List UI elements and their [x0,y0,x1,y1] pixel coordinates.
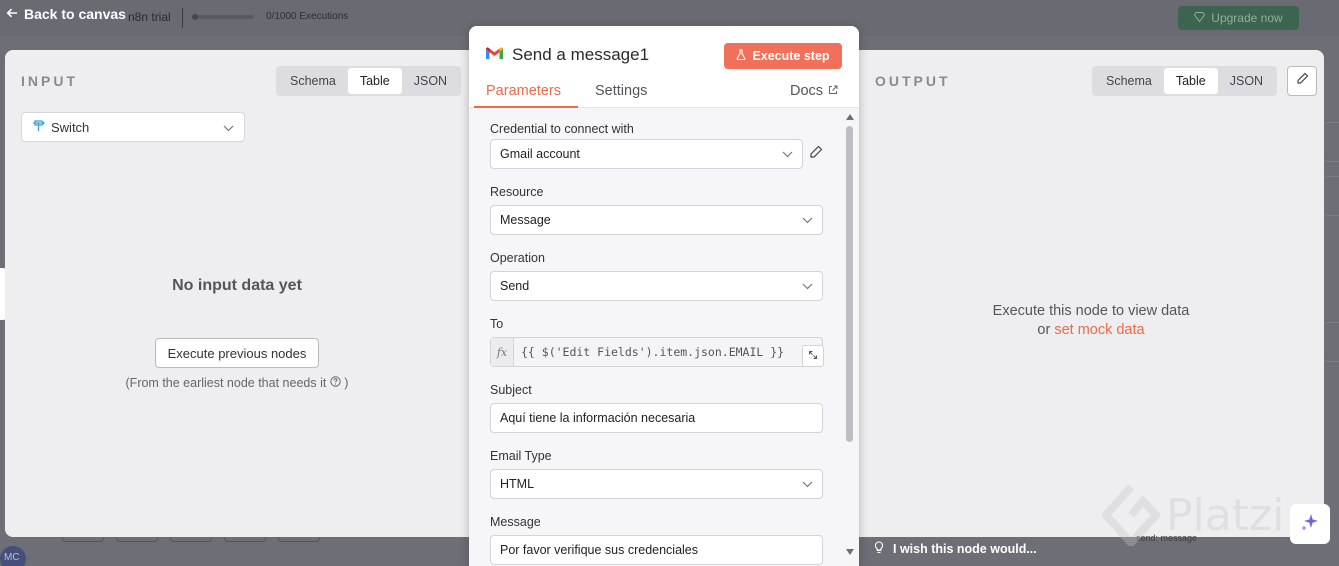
executions-count: 0/1000 Executions [266,11,349,22]
fx-icon: fx [491,338,514,366]
platzi-watermark: Platzi [1102,484,1284,546]
chevron-down-icon [223,120,234,135]
resource-value: Message [500,213,551,227]
feedback-link[interactable]: I wish this node would... [874,541,1037,557]
input-node-select[interactable]: Switch [21,112,245,142]
chevron-down-icon [802,213,813,227]
lightbulb-icon [874,541,884,557]
email-type-select[interactable]: HTML [490,469,823,499]
chevron-down-icon [802,279,813,293]
input-view-switcher: Schema Table JSON [276,66,462,96]
executions-progress-bar [192,14,254,20]
resource-label: Resource [490,185,544,199]
input-view-tab-json[interactable]: JSON [402,68,459,94]
upgrade-label: Upgrade now [1211,11,1283,25]
operation-label: Operation [490,251,545,265]
edit-credential-icon[interactable] [809,145,823,164]
earliest-node-note-end: ) [344,376,349,390]
switch-node-icon [32,119,45,135]
execute-step-button[interactable]: Execute step [724,43,842,69]
credential-select[interactable]: Gmail account [490,139,803,169]
arrow-left-icon [6,6,18,22]
email-type-label: Email Type [490,449,552,463]
to-expression-value: {{ $('Edit Fields').item.json.EMAIL }} [521,345,785,359]
help-icon[interactable] [330,376,344,390]
operation-select[interactable]: Send [490,271,823,301]
trial-label: n8n trial [128,10,171,24]
chevron-down-icon [782,147,793,161]
to-label: To [490,317,504,331]
input-view-tab-schema[interactable]: Schema [278,68,348,94]
expand-expression-button[interactable] [802,345,824,367]
subject-value: Aquí tiene la información necesaria [500,411,696,425]
docs-link[interactable]: Docs [790,83,838,99]
feedback-label: I wish this node would... [893,542,1037,556]
scroll-up-arrow[interactable] [846,114,854,120]
credential-value: Gmail account [500,147,580,161]
execute-step-label: Execute step [752,49,830,63]
tab-parameters[interactable]: Parameters [486,83,561,99]
external-link-icon [828,83,838,99]
canvas-node-edge [1322,176,1339,216]
to-expression-field[interactable]: fx {{ $('Edit Fields').item.json.EMAIL }… [490,337,824,367]
message-value: Por favor verifique sus credenciales [500,543,699,557]
tab-settings[interactable]: Settings [595,83,647,99]
operation-value: Send [500,279,530,293]
output-view-tab-table[interactable]: Table [1163,68,1218,94]
resource-select[interactable]: Message [490,205,823,235]
scrollbar-thumb[interactable] [846,126,853,442]
input-node-select-value: Switch [51,119,90,135]
flask-icon [736,49,746,63]
input-panel: INPUT Schema Table JSON Switch No input … [5,50,472,537]
avatar[interactable]: MC [0,546,26,566]
scroll-down-arrow[interactable] [846,549,854,555]
upgrade-button[interactable]: Upgrade now [1178,6,1299,30]
output-or-text: or [1037,322,1051,338]
expand-icon [808,347,818,365]
output-view-tab-schema[interactable]: Schema [1094,68,1164,94]
earliest-node-note: (From the earliest node that needs it ) [5,376,469,390]
input-panel-title: INPUT [21,73,78,89]
email-type-value: HTML [500,477,535,491]
execute-previous-nodes-button[interactable]: Execute previous nodes [155,338,319,368]
dialog-title[interactable]: Send a message1 [512,45,649,65]
output-empty-line: Execute this node to view data [992,303,1190,319]
docs-label: Docs [790,83,824,99]
gem-icon [1194,11,1206,25]
edit-output-button[interactable] [1287,66,1317,96]
dialog-header: Send a message1 Execute step Parameters … [469,26,859,108]
message-label: Message [490,515,541,529]
set-mock-data-link[interactable]: set mock data [1054,322,1144,338]
output-panel-title: OUTPUT [875,73,951,89]
canvas-node-edge [1322,122,1339,162]
back-to-canvas-button[interactable]: Back to canvas [6,6,126,22]
sparkle-icon [1299,511,1321,538]
platzi-logo-icon [1102,484,1160,546]
ai-assistant-button[interactable] [1290,504,1330,544]
message-input[interactable]: Por favor verifique sus credenciales [490,535,823,565]
pencil-icon [1296,72,1309,90]
output-empty-message: Execute this node to view data or set mo… [855,302,1327,340]
watermark-text: Platzi [1166,489,1285,541]
credential-label: Credential to connect with [490,122,634,136]
gmail-icon [485,46,504,65]
input-view-tab-table[interactable]: Table [347,68,402,94]
subject-input[interactable]: Aquí tiene la información necesaria [490,403,823,433]
parameters-form: Credential to connect with Gmail account… [469,108,859,566]
divider [182,8,183,28]
node-settings-dialog: Send a message1 Execute step Parameters … [469,26,859,566]
chevron-down-icon [802,477,813,491]
earliest-node-note-text: (From the earliest node that needs it [125,376,327,390]
subject-label: Subject [490,383,532,397]
output-panel: OUTPUT Schema Table JSON Execute this no… [855,50,1324,537]
back-to-canvas-label: Back to canvas [24,6,126,22]
output-view-switcher: Schema Table JSON [1092,66,1278,96]
output-view-tab-json[interactable]: JSON [1218,68,1275,94]
no-input-title: No input data yet [172,277,302,294]
